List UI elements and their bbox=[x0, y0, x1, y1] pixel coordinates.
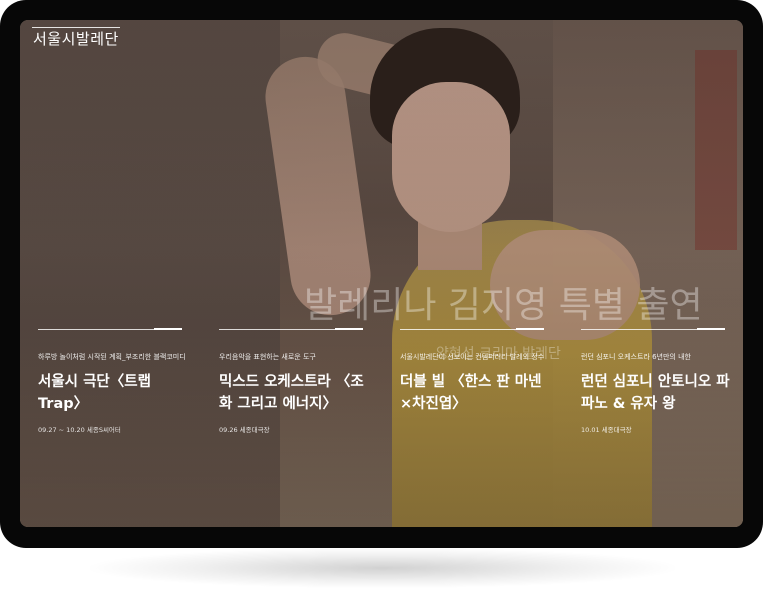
hero-banner: 서울시발레단 발레리나 김지영 특별 출연 양현선 크리마 발레단 하루방 놀이… bbox=[20, 20, 743, 527]
performance-card[interactable]: 서울시발레단이 선보이는 컨템퍼러리 발레의 정수 더블 빌 〈한스 판 마넨×… bbox=[400, 328, 550, 424]
device-shadow bbox=[90, 548, 675, 588]
card-divider-highlight bbox=[335, 328, 363, 330]
card-date-venue: 10.01 세종대극장 bbox=[581, 426, 632, 434]
card-divider-highlight bbox=[697, 328, 725, 330]
card-divider bbox=[219, 328, 363, 330]
hero-title: 발레리나 김지영 특별 출연 bbox=[304, 285, 703, 326]
card-divider bbox=[581, 328, 725, 330]
performance-card[interactable]: 하루방 놀이처럼 시작된 계획_부조리한 블랙코미디 서울시 극단〈트랩 Tra… bbox=[38, 328, 188, 434]
card-date-venue: 09.27 ~ 10.20 세종S씨어터 bbox=[38, 426, 121, 434]
card-divider bbox=[38, 328, 182, 330]
card-date-venue: 09.26 세종대극장 bbox=[219, 426, 270, 434]
card-title[interactable]: 서울시 극단〈트랩 Trap〉 bbox=[38, 371, 188, 415]
card-title[interactable]: 믹스드 오케스트라 〈조화 그리고 에너지〉 bbox=[219, 371, 369, 415]
card-description: 우리음악을 표현하는 새로운 도구 bbox=[219, 353, 316, 361]
card-description: 런던 심포니 오케스트라 6년만의 내한 bbox=[581, 353, 691, 361]
card-description: 하루방 놀이처럼 시작된 계획_부조리한 블랙코미디 bbox=[38, 353, 186, 361]
card-divider-highlight bbox=[154, 328, 182, 330]
card-description: 서울시발레단이 선보이는 컨템퍼러리 발레의 정수 bbox=[400, 353, 545, 361]
card-divider bbox=[400, 328, 544, 330]
tablet-frame: 서울시발레단 발레리나 김지영 특별 출연 양현선 크리마 발레단 하루방 놀이… bbox=[0, 0, 763, 548]
performance-card[interactable]: 우리음악을 표현하는 새로운 도구 믹스드 오케스트라 〈조화 그리고 에너지〉… bbox=[219, 328, 369, 434]
photo-overlay bbox=[20, 20, 743, 527]
performance-card[interactable]: 런던 심포니 오케스트라 6년만의 내한 런던 심포니 안토니오 파파노 & 유… bbox=[581, 328, 731, 434]
site-logo[interactable]: 서울시발레단 bbox=[32, 27, 120, 50]
card-title[interactable]: 런던 심포니 안토니오 파파노 & 유자 왕 bbox=[581, 371, 731, 415]
card-divider-highlight bbox=[516, 328, 544, 330]
card-title[interactable]: 더블 빌 〈한스 판 마넨×차진엽〉 bbox=[400, 371, 550, 415]
